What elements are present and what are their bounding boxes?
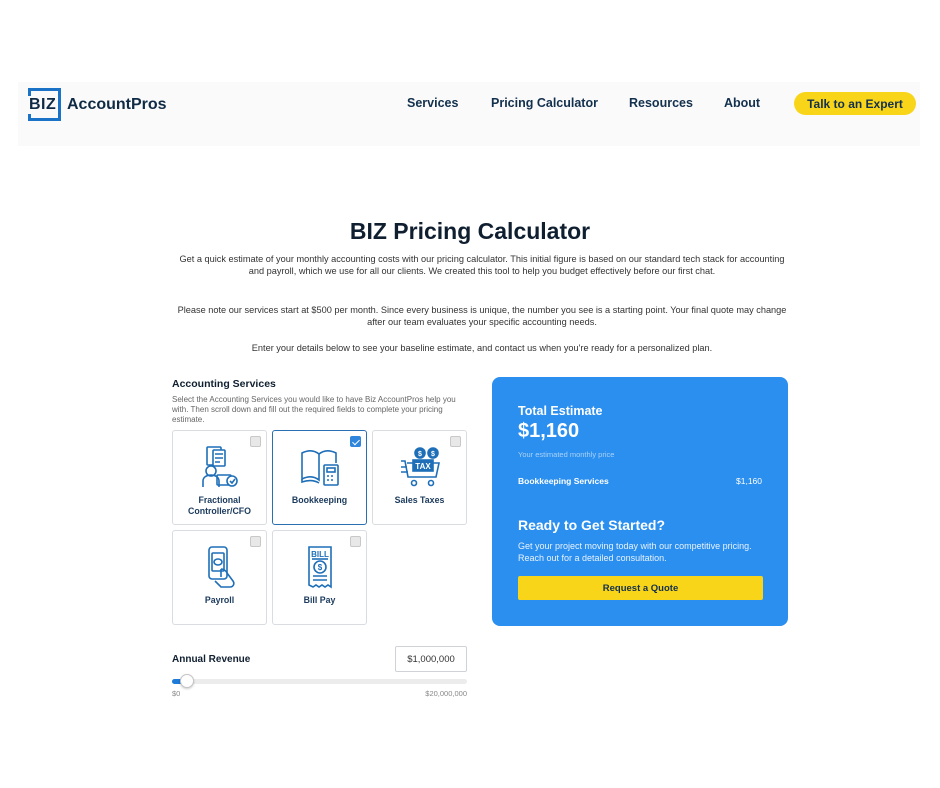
- bill-dollar-text: $: [318, 563, 323, 572]
- slider-thumb[interactable]: [179, 674, 194, 688]
- intro-paragraph-2: Please note our services start at $500 p…: [177, 305, 787, 327]
- request-quote-button[interactable]: Request a Quote: [518, 576, 763, 600]
- logo-name: AccountPros: [67, 95, 167, 113]
- service-card-bill-pay[interactable]: BILL $ Bill Pay: [272, 530, 367, 625]
- nav-about[interactable]: About: [724, 96, 760, 110]
- checkbox-controller-cfo[interactable]: [250, 436, 261, 447]
- service-card-controller-cfo[interactable]: Fractional Controller/CFO: [172, 430, 267, 525]
- annual-revenue-label: Annual Revenue: [172, 654, 251, 665]
- controller-cfo-icon: [202, 446, 238, 487]
- estimate-line-label: Bookkeeping Services: [518, 476, 609, 486]
- services-description: Select the Accounting Services you would…: [172, 395, 456, 424]
- service-card-sales-taxes[interactable]: TAX $ $ Sales Taxes: [372, 430, 467, 525]
- ready-text: Get your project moving today with our c…: [518, 541, 752, 563]
- card-label: Bill Pay: [303, 595, 336, 605]
- page-title: BIZ Pricing Calculator: [349, 218, 591, 244]
- intro-paragraph-3: Enter your details below to see your bas…: [251, 343, 713, 353]
- talk-to-expert-button[interactable]: Talk to an Expert: [794, 92, 916, 115]
- estimate-title: Total Estimate: [518, 404, 603, 418]
- nav-resources[interactable]: Resources: [629, 96, 693, 110]
- logo-mark-text: BIZ: [27, 96, 59, 114]
- bill-icon-text: BILL: [311, 550, 329, 559]
- card-label: Bookkeeping: [291, 495, 348, 505]
- card-label: Fractional Controller/CFO: [187, 495, 252, 516]
- service-card-payroll[interactable]: Payroll: [172, 530, 267, 625]
- checkbox-sales-taxes[interactable]: [450, 436, 461, 447]
- services-title: Accounting Services: [172, 378, 276, 390]
- estimate-total: $1,160: [518, 420, 580, 442]
- coin-icon-text: $: [418, 451, 422, 458]
- estimate-subtitle: Your estimated monthly price: [518, 450, 615, 459]
- nav-services[interactable]: Services: [407, 96, 458, 110]
- brand-logo[interactable]: BIZ AccountPros: [27, 88, 167, 121]
- bookkeeping-icon: [301, 450, 339, 486]
- checkbox-bill-pay[interactable]: [350, 536, 361, 547]
- service-card-bookkeeping[interactable]: Bookkeeping: [272, 430, 367, 525]
- tax-icon-text: TAX: [415, 462, 431, 471]
- annual-revenue-slider[interactable]: [172, 674, 467, 688]
- card-label: Payroll: [204, 595, 235, 605]
- checkbox-payroll[interactable]: [250, 536, 261, 547]
- card-label: Sales Taxes: [394, 495, 445, 505]
- slider-min-label: $0: [172, 689, 181, 698]
- nav-pricing-calculator[interactable]: Pricing Calculator: [491, 96, 598, 110]
- bill-pay-icon: BILL $: [308, 546, 332, 589]
- ready-title: Ready to Get Started?: [518, 517, 666, 533]
- payroll-icon: [208, 546, 235, 588]
- page: BIZ AccountPros Services Pricing Calcula…: [0, 0, 940, 788]
- estimate-panel: Total Estimate $1,160 Your estimated mon…: [492, 377, 788, 626]
- slider-max-label: $20,000,000: [425, 689, 467, 698]
- checkbox-bookkeeping[interactable]: [350, 436, 361, 447]
- intro-paragraph-1: Get a quick estimate of your monthly acc…: [179, 254, 785, 276]
- logo-mark: BIZ: [27, 88, 61, 121]
- site-header: BIZ AccountPros Services Pricing Calcula…: [18, 82, 920, 146]
- estimate-line-value: $1,160: [736, 476, 762, 486]
- annual-revenue-input[interactable]: $1,000,000: [395, 646, 467, 672]
- coin-icon-text: $: [431, 451, 435, 458]
- sales-tax-icon: TAX $ $: [401, 447, 440, 487]
